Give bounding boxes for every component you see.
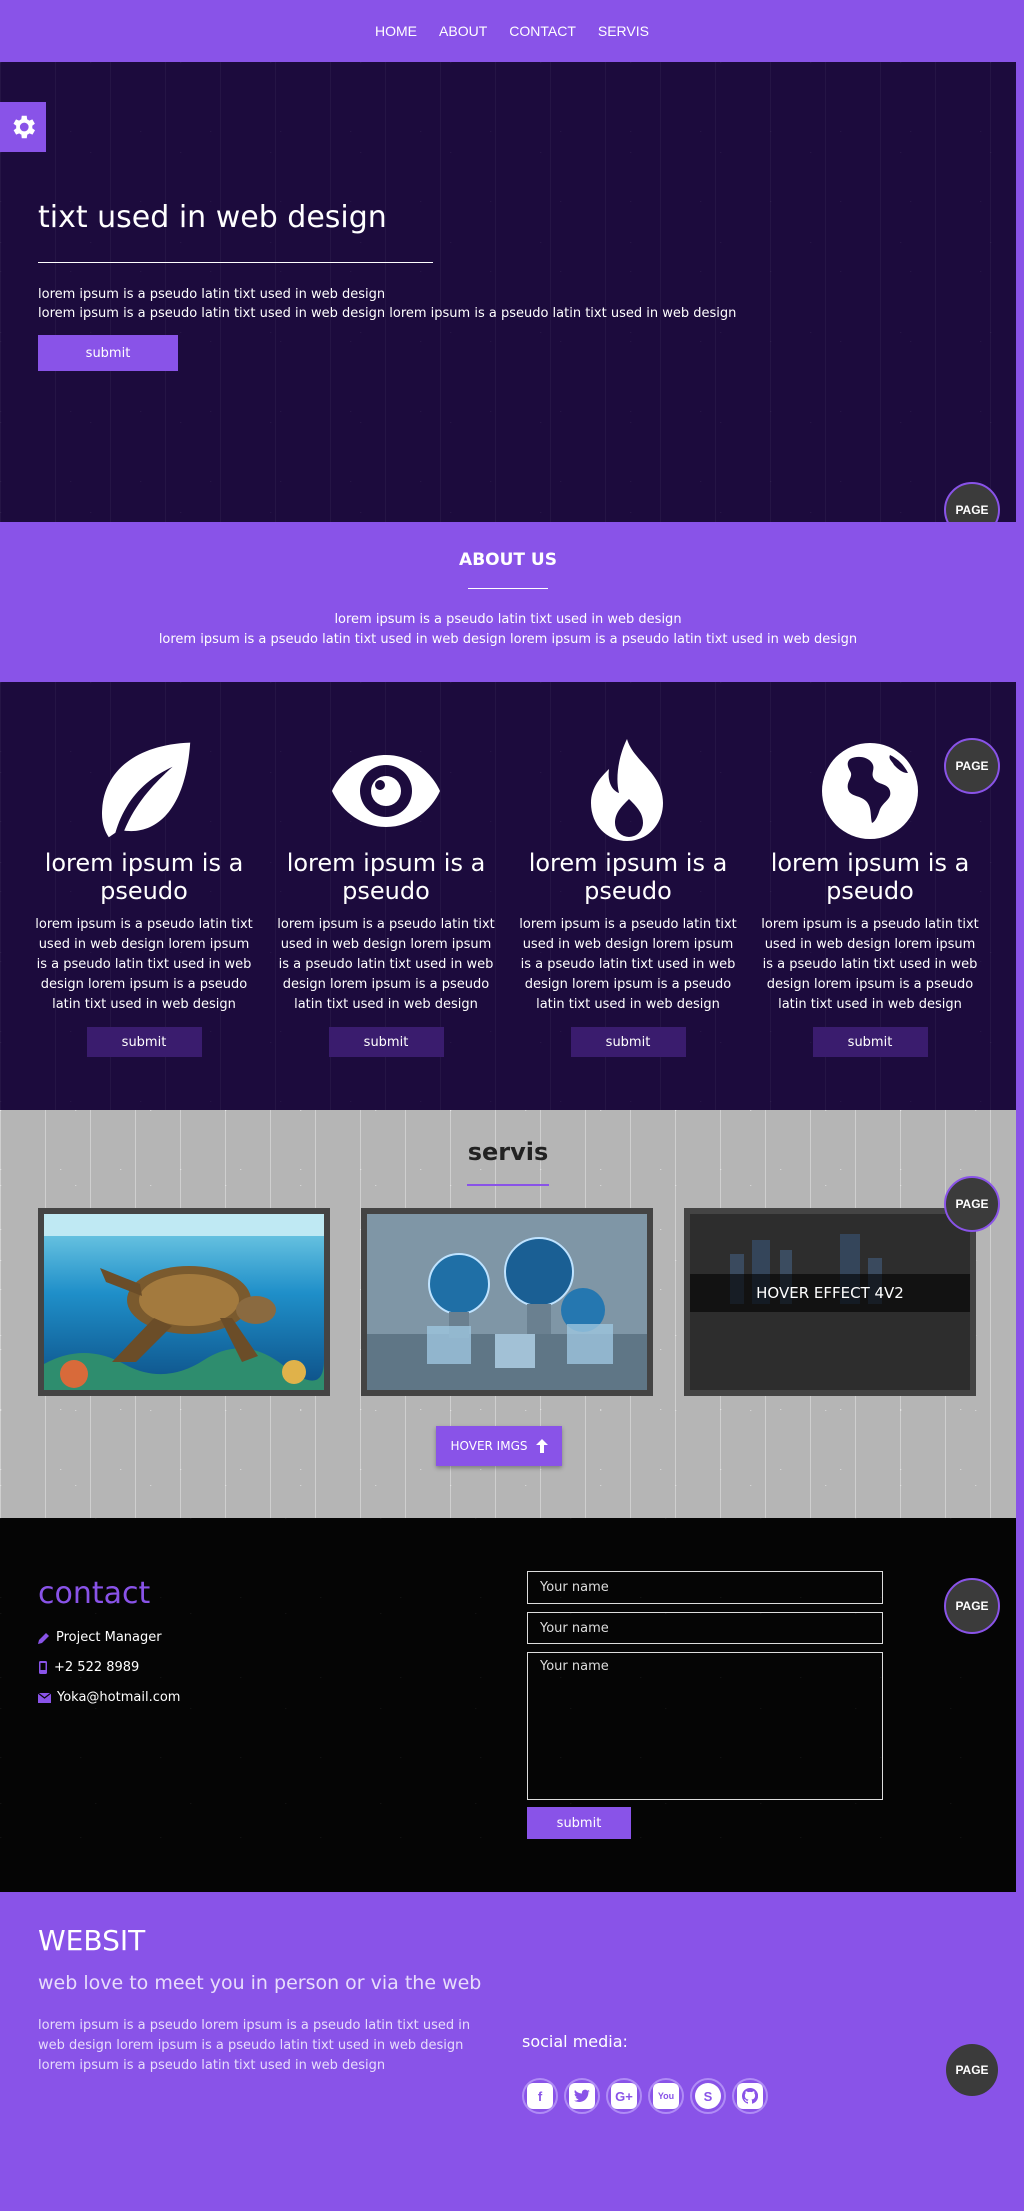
youtube-link[interactable]: You [648,2078,684,2114]
lightbulb-illustration [367,1214,647,1390]
hero-text-2: lorem ipsum is a pseudo latin tixt used … [38,306,737,321]
nav-contact[interactable]: CONTACT [509,23,576,39]
footer-section: WEBSIT web love to meet you in person or… [0,1892,1016,2211]
skype-link[interactable]: S [690,2078,726,2114]
about-text-1: lorem ipsum is a pseudo latin tixt used … [334,612,682,627]
footer-title: WEBSIT [38,1924,146,1957]
feature-title: lorem ipsum is a pseudo [286,849,486,905]
turtle-illustration [44,1214,324,1390]
right-edge-bar [1016,62,1024,2211]
google-plus-link[interactable]: G+ [606,2078,642,2114]
fire-icon [591,739,663,841]
feature-submit-button[interactable]: submit [328,1027,444,1057]
about-text-2: lorem ipsum is a pseudo latin tixt used … [158,632,858,647]
eye-icon [332,755,440,827]
feature-card: lorem ipsum is a pseudo lorem ipsum is a… [276,737,496,1057]
feature-text: lorem ipsum is a pseudo latin tixt used … [761,917,979,1012]
twitter-icon [569,2083,595,2109]
youtube-icon: You [653,2083,679,2109]
name-field-2[interactable] [527,1612,883,1644]
contact-phone: +2 522 8989 [38,1660,139,1675]
contact-email: Yoka@hotmail.com [38,1690,180,1705]
footer-page-button[interactable]: PAGE [944,2042,1000,2098]
arrow-up-icon [535,1439,548,1453]
feature-submit-button[interactable]: submit [570,1027,686,1057]
feature-text: lorem ipsum is a pseudo latin tixt used … [277,917,495,1012]
contact-section: contact Project Manager +2 522 8989 Yoka… [0,1518,1016,1892]
feature-submit-button[interactable]: submit [86,1027,202,1057]
servis-page-button[interactable]: PAGE [944,1176,1000,1232]
features-section: lorem ipsum is a pseudo lorem ipsum is a… [0,682,1016,1110]
about-divider [468,588,548,589]
hero-divider [38,262,433,263]
servis-title: servis [467,1138,549,1166]
facebook-icon: f [527,2083,553,2109]
feature-title: lorem ipsum is a pseudo [44,849,244,905]
feature-title: lorem ipsum is a pseudo [528,849,728,905]
nav-servis[interactable]: SERVIS [598,23,649,39]
name-field-1[interactable] [527,1571,883,1604]
phone-icon [39,1661,47,1674]
feature-text: lorem ipsum is a pseudo latin tixt used … [519,917,737,1012]
nav-about[interactable]: ABOUT [439,23,487,39]
about-title: ABOUT US [459,550,557,570]
contact-role: Project Manager [38,1630,162,1645]
lightbulb-image[interactable] [361,1208,653,1396]
globe-icon [822,743,918,839]
pencil-icon [38,1632,49,1644]
feature-text: lorem ipsum is a pseudo latin tixt used … [35,917,253,1012]
about-section: ABOUT US lorem ipsum is a pseudo latin t… [0,522,1016,682]
hover-imgs-button[interactable]: HOVER IMGS [436,1426,562,1466]
hover-imgs-label: HOVER IMGS [450,1439,528,1453]
hero-submit-button[interactable]: submit [38,335,178,371]
google-plus-icon: G+ [611,2083,637,2109]
hero-title: tixt used in web design [38,200,387,235]
servis-section: servis HOVER EFFECT 4V2 HOVER IMGS PAGE [0,1110,1016,1518]
contact-submit-button[interactable]: submit [527,1807,631,1839]
contact-title: contact [38,1576,151,1611]
features-page-button[interactable]: PAGE [944,738,1000,794]
feature-card: lorem ipsum is a pseudo lorem ipsum is a… [518,737,738,1057]
hover-effect-image[interactable]: HOVER EFFECT 4V2 [684,1208,976,1396]
turtle-image[interactable] [38,1208,330,1396]
gear-icon [13,115,36,139]
mail-icon [38,1692,51,1703]
feature-card: lorem ipsum is a pseudo lorem ipsum is a… [34,737,254,1057]
settings-button[interactable] [0,102,46,152]
feature-submit-button[interactable]: submit [812,1027,928,1057]
contact-phone-text: +2 522 8989 [54,1660,140,1675]
footer-tagline: web love to meet you in person or via th… [38,1972,482,1994]
contact-page-button[interactable]: PAGE [944,1578,1000,1634]
servis-divider [467,1184,549,1186]
feature-title: lorem ipsum is a pseudo [770,849,970,905]
contact-role-text: Project Manager [56,1630,162,1645]
hero-text-1: lorem ipsum is a pseudo latin tixt used … [38,287,386,302]
contact-email-text[interactable]: Yoka@hotmail.com [57,1690,180,1705]
github-link[interactable] [732,2078,768,2114]
top-nav: HOME ABOUT CONTACT SERVIS [0,0,1024,62]
social-media-label: social media: [522,2032,628,2051]
skype-icon: S [695,2083,721,2109]
nav-home[interactable]: HOME [375,23,417,39]
github-icon [737,2083,763,2109]
hero-section: tixt used in web design lorem ipsum is a… [0,62,1016,538]
hover-effect-label: HOVER EFFECT 4V2 [690,1274,970,1312]
footer-description: lorem ipsum is a pseudo lorem ipsum is a… [38,2018,471,2073]
facebook-link[interactable]: f [522,2078,558,2114]
message-field[interactable] [527,1652,883,1800]
feature-card: lorem ipsum is a pseudo lorem ipsum is a… [760,737,980,1057]
twitter-link[interactable] [564,2078,600,2114]
leaf-icon [101,742,191,838]
social-links: f G+ You S [522,2078,768,2114]
